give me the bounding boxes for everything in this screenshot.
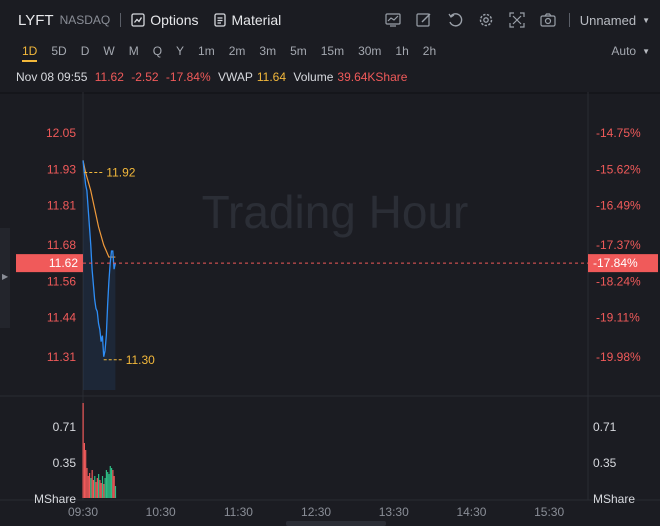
price-area bbox=[83, 160, 116, 390]
watermark: Trading Hour bbox=[202, 186, 469, 238]
volume-bar bbox=[101, 476, 104, 498]
time-tick-label: 10:30 bbox=[146, 505, 176, 519]
volume-bar bbox=[83, 443, 85, 498]
volume-bar bbox=[94, 476, 96, 498]
current-pct-tag-label: -17.84% bbox=[593, 256, 638, 270]
percent-tick-label: -17.37% bbox=[596, 238, 641, 252]
time-axis: 09:30 10:30 11:30 12:30 13:30 14:30 15:30 bbox=[68, 505, 565, 519]
percent-tick-label: -18.24% bbox=[596, 274, 641, 288]
volume-bar bbox=[98, 474, 100, 498]
percent-tick-label: -19.98% bbox=[596, 350, 641, 364]
time-tick-label: 11:30 bbox=[224, 505, 253, 519]
volume-tick-label: 0.35 bbox=[53, 456, 77, 470]
current-price-tag-label: 11.62 bbox=[49, 256, 78, 270]
time-tick-label: 15:30 bbox=[534, 505, 564, 519]
low-marker-label: 11.30 bbox=[126, 353, 155, 367]
price-lines bbox=[82, 160, 117, 390]
left-panel-toggle[interactable]: ▶ bbox=[0, 228, 10, 328]
volume-bar bbox=[88, 473, 91, 498]
volume-bar bbox=[85, 450, 87, 498]
volume-bar bbox=[82, 403, 84, 498]
time-tick-label: 13:30 bbox=[379, 505, 409, 519]
volume-unit-label: MShare bbox=[593, 492, 635, 506]
volume-bar bbox=[110, 468, 113, 498]
volume-bar bbox=[86, 468, 88, 498]
intraday-chart[interactable]: Trading Hour 12.05 11.93 11.81 11.68 11.56 11… bbox=[0, 0, 660, 526]
volume-bar bbox=[90, 478, 92, 498]
price-tick-label: 11.31 bbox=[47, 350, 76, 364]
volume-bar bbox=[100, 483, 102, 498]
chevron-right-icon: ▶ bbox=[2, 272, 9, 281]
volume-tick-label: 0.35 bbox=[593, 456, 617, 470]
time-scrollbar[interactable] bbox=[286, 521, 386, 526]
volume-bar bbox=[99, 480, 101, 498]
panel-divider bbox=[0, 92, 660, 94]
volume-bar bbox=[112, 470, 114, 498]
volume-bar bbox=[103, 484, 105, 498]
time-tick-label: 14:30 bbox=[456, 505, 486, 519]
volume-unit-label: MShare bbox=[34, 492, 76, 506]
price-tick-label: 12.05 bbox=[46, 126, 76, 140]
volume-tick-label: 0.71 bbox=[593, 420, 617, 434]
percent-axis: -14.75% -15.62% -16.49% -17.37% -18.24% -19.1… bbox=[596, 126, 641, 364]
price-axis: 12.05 11.93 11.81 11.68 11.56 11.44 11.31 bbox=[46, 126, 76, 364]
percent-tick-label: -14.75% bbox=[596, 126, 641, 140]
volume-bar bbox=[95, 482, 97, 498]
volume-bar bbox=[114, 486, 117, 498]
volume-axis: 0.71 0.71 0.35 0.35 MShare MShare bbox=[34, 420, 635, 506]
price-tick-label: 11.68 bbox=[47, 238, 76, 252]
time-tick-label: 12:30 bbox=[301, 505, 331, 519]
high-marker-label: 11.92 bbox=[106, 166, 135, 180]
volume-bar bbox=[91, 470, 93, 498]
percent-tick-label: -15.62% bbox=[596, 162, 641, 176]
volume-bar bbox=[108, 474, 110, 498]
volume-tick-label: 0.71 bbox=[53, 420, 77, 434]
volume-bar bbox=[96, 478, 98, 498]
volume-bar bbox=[92, 480, 95, 498]
time-tick-label: 09:30 bbox=[68, 505, 98, 519]
volume-bar bbox=[109, 466, 111, 498]
volume-bar bbox=[104, 478, 106, 498]
price-tick-label: 11.93 bbox=[47, 162, 76, 176]
percent-tick-label: -19.11% bbox=[596, 311, 640, 325]
volume-bars bbox=[82, 403, 117, 498]
volume-bar bbox=[87, 476, 89, 498]
volume-bar bbox=[105, 470, 108, 498]
volume-bar bbox=[113, 476, 115, 498]
price-tick-label: 11.44 bbox=[47, 311, 76, 325]
percent-tick-label: -16.49% bbox=[596, 199, 641, 213]
price-tick-label: 11.56 bbox=[47, 274, 76, 288]
volume-bar bbox=[107, 472, 109, 498]
price-tick-label: 11.81 bbox=[47, 199, 76, 213]
